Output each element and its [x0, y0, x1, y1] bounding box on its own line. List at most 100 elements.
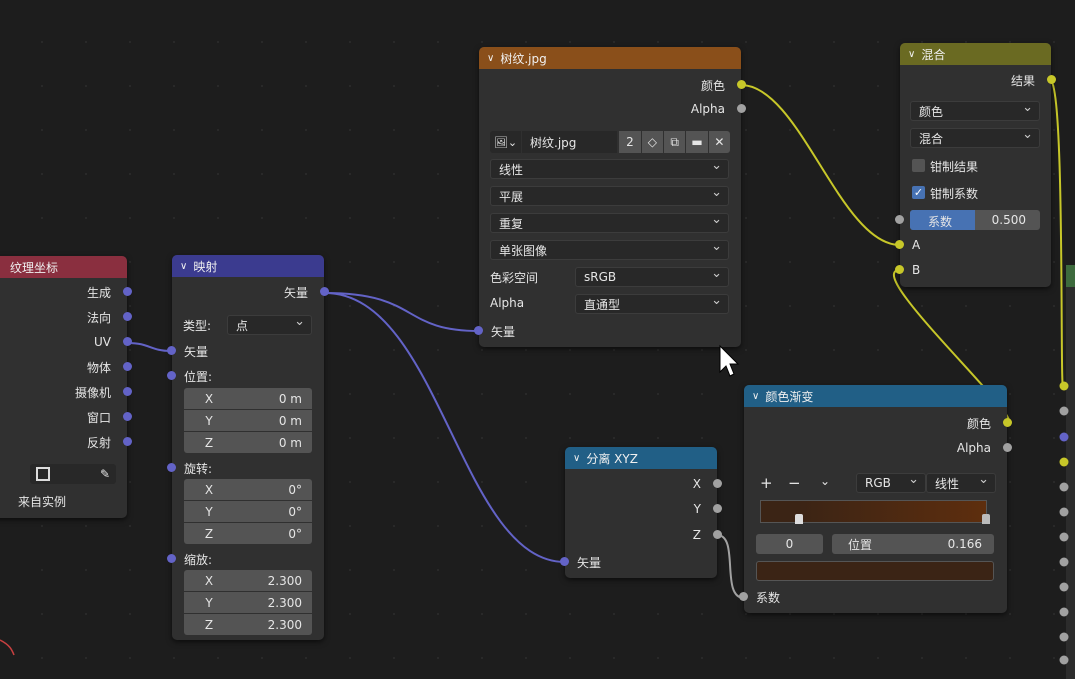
socket-rotation[interactable]: [167, 463, 176, 472]
factor-value: 0.500: [991, 213, 1026, 227]
image-texture-node[interactable]: ∨ 树纹.jpg 颜色 Alpha 🖼⌄ 树纹.jpg 2 ◇ ⧉ ▬ ✕ 线性…: [474, 47, 746, 347]
colorspace-dropdown[interactable]: sRGB: [575, 266, 729, 287]
socket-ramp-color[interactable]: [1003, 418, 1012, 427]
output-generated: 生成: [0, 282, 132, 302]
interpolation-dropdown[interactable]: 线性: [926, 472, 996, 493]
socket-normal[interactable]: [123, 312, 132, 321]
collapse-chevron-icon[interactable]: ∨: [487, 53, 494, 64]
socket-window[interactable]: [123, 412, 132, 421]
stop-index-field[interactable]: 0: [756, 534, 823, 554]
mix-header[interactable]: ∨ 混合: [900, 43, 1051, 65]
texture-coordinate-node[interactable]: 纹理坐标 生成 法向 UV 物体 摄像机 窗口 反射 ✎ 来自实例: [0, 256, 132, 518]
texture-coordinate-title: 纹理坐标: [10, 260, 59, 275]
collapse-chevron-icon[interactable]: ∨: [573, 453, 580, 464]
colorspace-label: 色彩空间: [490, 271, 539, 285]
mapping-header[interactable]: ∨ 映射: [172, 255, 324, 277]
output-normal: 法向: [0, 307, 132, 327]
eyedropper-icon[interactable]: ✎: [100, 467, 110, 481]
socket-camera[interactable]: [123, 387, 132, 396]
output-window: 窗口: [0, 407, 132, 427]
mix-node[interactable]: ∨ 混合 结果 颜色 混合 钳制结果 ✓ 钳制系数 系数 0.500 A B: [895, 43, 1056, 287]
socket-sep-x[interactable]: [713, 479, 722, 488]
type-dropdown[interactable]: 点: [227, 314, 312, 335]
data-type-dropdown[interactable]: 颜色: [910, 100, 1040, 121]
interpolation-dropdown[interactable]: 线性: [490, 158, 729, 179]
socket-mix-result[interactable]: [1047, 75, 1056, 84]
separate-xyz-header[interactable]: ∨ 分离 XYZ: [565, 447, 717, 469]
stop-color-swatch[interactable]: [756, 561, 994, 581]
socket-generated[interactable]: [123, 287, 132, 296]
socket-scale[interactable]: [167, 554, 176, 563]
socket-location[interactable]: [167, 371, 176, 380]
extension-dropdown[interactable]: 重复: [490, 212, 729, 233]
socket-mapping-out[interactable]: [320, 287, 329, 296]
color-ramp-header[interactable]: ∨ 颜色渐变: [744, 385, 1007, 407]
texture-coordinate-header[interactable]: 纹理坐标: [0, 256, 127, 278]
collapse-chevron-icon[interactable]: ∨: [180, 261, 187, 272]
output-uv: UV: [0, 332, 132, 352]
clamp-result-checkbox[interactable]: [912, 159, 925, 172]
socket-uv[interactable]: [123, 337, 132, 346]
location-z[interactable]: Z0 m: [184, 432, 312, 453]
output-color: 颜色: [479, 75, 746, 95]
socket-ramp-alpha[interactable]: [1003, 443, 1012, 452]
rotation-z[interactable]: Z 0°: [184, 523, 312, 544]
position-label: 位置: [848, 537, 873, 552]
collapse-chevron-icon[interactable]: ∨: [908, 49, 915, 60]
socket-offscreen-12: [1059, 655, 1069, 665]
add-stop-button[interactable]: +: [760, 474, 773, 492]
factor-slider[interactable]: 系数 0.500: [910, 210, 1040, 230]
socket-mix-factor[interactable]: [895, 215, 904, 224]
open-folder-icon[interactable]: ▬: [686, 131, 708, 153]
socket-sep-vector[interactable]: [560, 557, 569, 566]
scale-y[interactable]: Y 2.300: [184, 592, 312, 613]
location-y[interactable]: Y0 m: [184, 410, 312, 431]
socket-offscreen-7: [1059, 532, 1069, 542]
socket-mix-b[interactable]: [895, 265, 904, 274]
mapping-node[interactable]: ∨ 映射 矢量 类型: 点 矢量 位置: X0 m Y0 m Z0 m 旋转: …: [167, 255, 329, 640]
ramp-menu-chevron-icon[interactable]: ⌄: [820, 474, 830, 488]
output-y: Y: [565, 499, 722, 519]
socket-ramp-factor[interactable]: [739, 592, 748, 601]
socket-image-color[interactable]: [737, 80, 746, 89]
image-texture-header[interactable]: ∨ 树纹.jpg: [479, 47, 741, 69]
stop-position-field[interactable]: 位置 0.166: [832, 534, 994, 554]
remove-stop-button[interactable]: −: [788, 474, 801, 492]
alpha-mode-dropdown[interactable]: 直通型: [575, 293, 729, 314]
image-name-field[interactable]: 树纹.jpg: [522, 131, 618, 153]
image-selector[interactable]: 🖼⌄ 树纹.jpg 2 ◇ ⧉ ▬ ✕: [490, 131, 731, 153]
output-alpha: Alpha: [744, 438, 1012, 458]
ramp-stop-handle[interactable]: [982, 514, 990, 524]
scale-x[interactable]: X 2.300: [184, 570, 312, 591]
rotation-y[interactable]: Y 0°: [184, 501, 312, 522]
socket-sep-z[interactable]: [713, 530, 722, 539]
blend-mode-dropdown[interactable]: 混合: [910, 127, 1040, 148]
offscreen-node-header-edge: [1066, 265, 1075, 287]
location-x[interactable]: X0 m: [184, 388, 312, 409]
user-count[interactable]: 2: [619, 131, 641, 153]
image-browse-button[interactable]: 🖼⌄: [490, 131, 522, 153]
socket-sep-y[interactable]: [713, 504, 722, 513]
unlink-close-icon[interactable]: ✕: [708, 131, 731, 153]
projection-dropdown[interactable]: 平展: [490, 185, 729, 206]
input-a: A: [895, 235, 1051, 255]
scale-z[interactable]: Z 2.300: [184, 614, 312, 635]
socket-image-vector[interactable]: [474, 326, 483, 335]
color-mode-dropdown[interactable]: RGB: [856, 472, 926, 493]
fake-user-shield-icon[interactable]: ◇: [641, 131, 663, 153]
color-ramp-node[interactable]: ∨ 颜色渐变 颜色 Alpha + − ⌄ RGB 线性 0 位置 0.166 …: [739, 385, 1012, 613]
separate-xyz-node[interactable]: ∨ 分离 XYZ X Y Z 矢量: [560, 447, 722, 578]
ramp-stop-handle-active[interactable]: [795, 514, 803, 524]
socket-reflection[interactable]: [123, 437, 132, 446]
rotation-x[interactable]: X 0°: [184, 479, 312, 500]
socket-mapping-vector[interactable]: [167, 346, 176, 355]
socket-mix-a[interactable]: [895, 240, 904, 249]
from-instancer-label[interactable]: 来自实例: [18, 493, 66, 510]
collapse-chevron-icon[interactable]: ∨: [752, 391, 759, 402]
socket-image-alpha[interactable]: [737, 104, 746, 113]
object-picker[interactable]: ✎: [30, 464, 116, 484]
clamp-factor-checkbox[interactable]: ✓: [912, 186, 925, 199]
duplicate-icon[interactable]: ⧉: [664, 131, 686, 153]
socket-object[interactable]: [123, 362, 132, 371]
source-dropdown[interactable]: 单张图像: [490, 239, 729, 260]
